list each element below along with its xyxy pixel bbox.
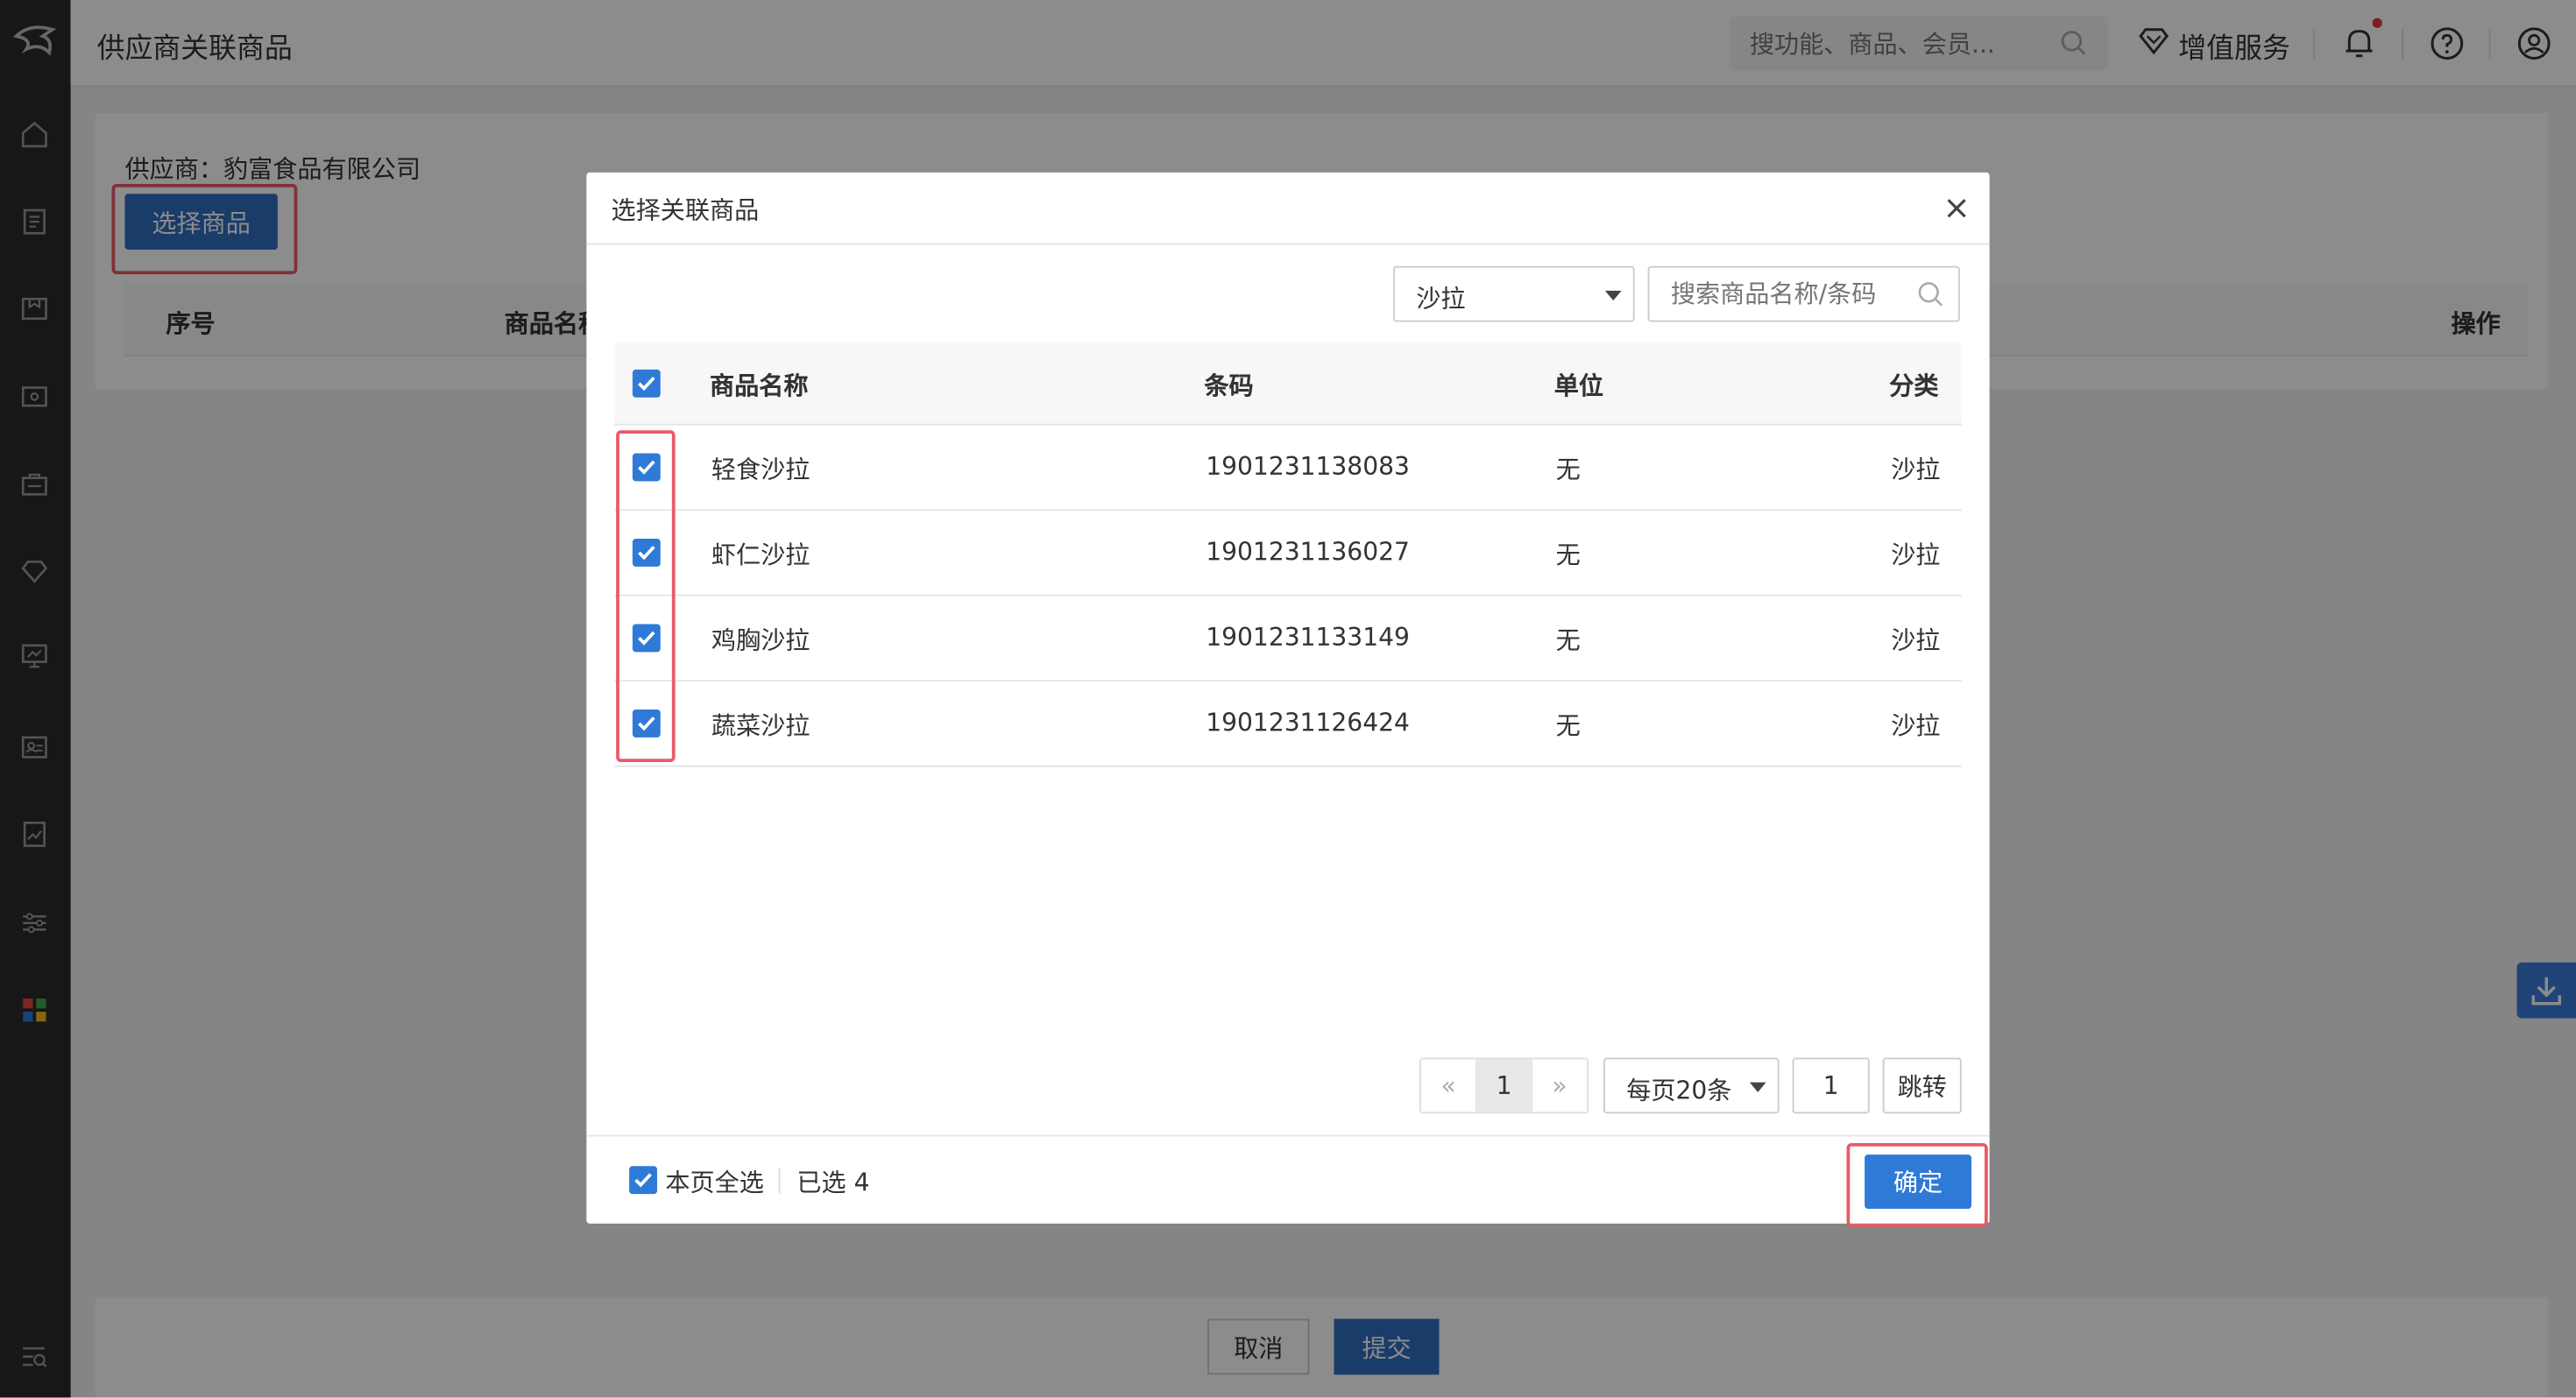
column-header: 条码 [1204,371,1254,401]
per-page-value: 每页20条 [1626,1076,1732,1105]
caret-down-icon [1749,1082,1766,1092]
goods-barcode: 1901231136027 [1206,537,1410,567]
pagination: « 1 » [1419,1057,1589,1114]
table-row[interactable]: 轻食沙拉 1901231138083 无 沙拉 [614,425,1962,512]
selected-count: 已选 4 [796,1168,870,1197]
category-select-value: 沙拉 [1416,284,1466,314]
column-header: 商品名称 [710,371,809,401]
jump-page-input[interactable]: 1 [1792,1057,1870,1114]
jump-button[interactable]: 跳转 [1882,1057,1962,1114]
divider [778,1168,781,1195]
goods-unit: 无 [1555,540,1581,570]
category-select[interactable]: 沙拉 [1393,265,1635,322]
goods-search-input[interactable] [1649,267,1913,321]
goods-name: 轻食沙拉 [711,455,810,485]
goods-unit: 无 [1555,455,1581,485]
caret-down-icon [1604,290,1622,301]
goods-name: 蔬菜沙拉 [711,710,810,741]
column-header: 分类 [1889,371,1939,401]
select-goods-dialog: 选择关联商品 × 沙拉 商品名称 条码 单位 分类 轻食沙拉 190123113… [586,172,1990,1227]
app-root: 供应商关联商品 增值服务 供应商：豹富食品有限公司 选择商品 序号 商品名称 操… [0,0,2576,1398]
highlight-box [616,430,676,762]
table-row[interactable]: 蔬菜沙拉 1901231126424 无 沙拉 [614,681,1962,767]
goods-unit: 无 [1555,710,1581,741]
confirm-button[interactable]: 确定 [1865,1154,1971,1209]
page-select-all-checkbox[interactable] [629,1166,657,1195]
per-page-select[interactable]: 每页20条 [1603,1057,1780,1114]
close-icon[interactable]: × [1940,191,1973,224]
dialog-header: 选择关联商品 × [586,173,1990,245]
goods-category: 沙拉 [1891,540,1941,570]
column-header: 单位 [1553,371,1604,401]
goods-search[interactable] [1647,265,1960,322]
table-row[interactable]: 虾仁沙拉 1901231136027 无 沙拉 [614,511,1962,597]
select-all-checkbox[interactable] [632,369,661,398]
goods-unit: 无 [1555,625,1581,656]
goods-barcode: 1901231138083 [1206,451,1410,482]
table-row[interactable]: 鸡胸沙拉 1901231133149 无 沙拉 [614,596,1962,682]
dialog-footer: 本页全选 已选 4 [586,1134,1990,1224]
page-select-all-label[interactable]: 本页全选 [665,1164,764,1198]
goods-barcode: 1901231133149 [1206,622,1410,653]
prev-page-button[interactable]: « [1421,1059,1476,1112]
search-icon[interactable] [1917,281,1945,309]
goods-category: 沙拉 [1891,625,1941,656]
current-page[interactable]: 1 [1476,1059,1532,1112]
goods-category: 沙拉 [1891,455,1941,485]
dialog-title: 选择关联商品 [611,195,760,225]
next-page-button[interactable]: » [1532,1059,1588,1112]
goods-name: 鸡胸沙拉 [711,625,810,656]
goods-barcode: 1901231126424 [1206,708,1410,738]
goods-table-header: 商品名称 条码 单位 分类 [614,342,1962,426]
goods-category: 沙拉 [1891,710,1941,741]
goods-name: 虾仁沙拉 [711,540,810,570]
